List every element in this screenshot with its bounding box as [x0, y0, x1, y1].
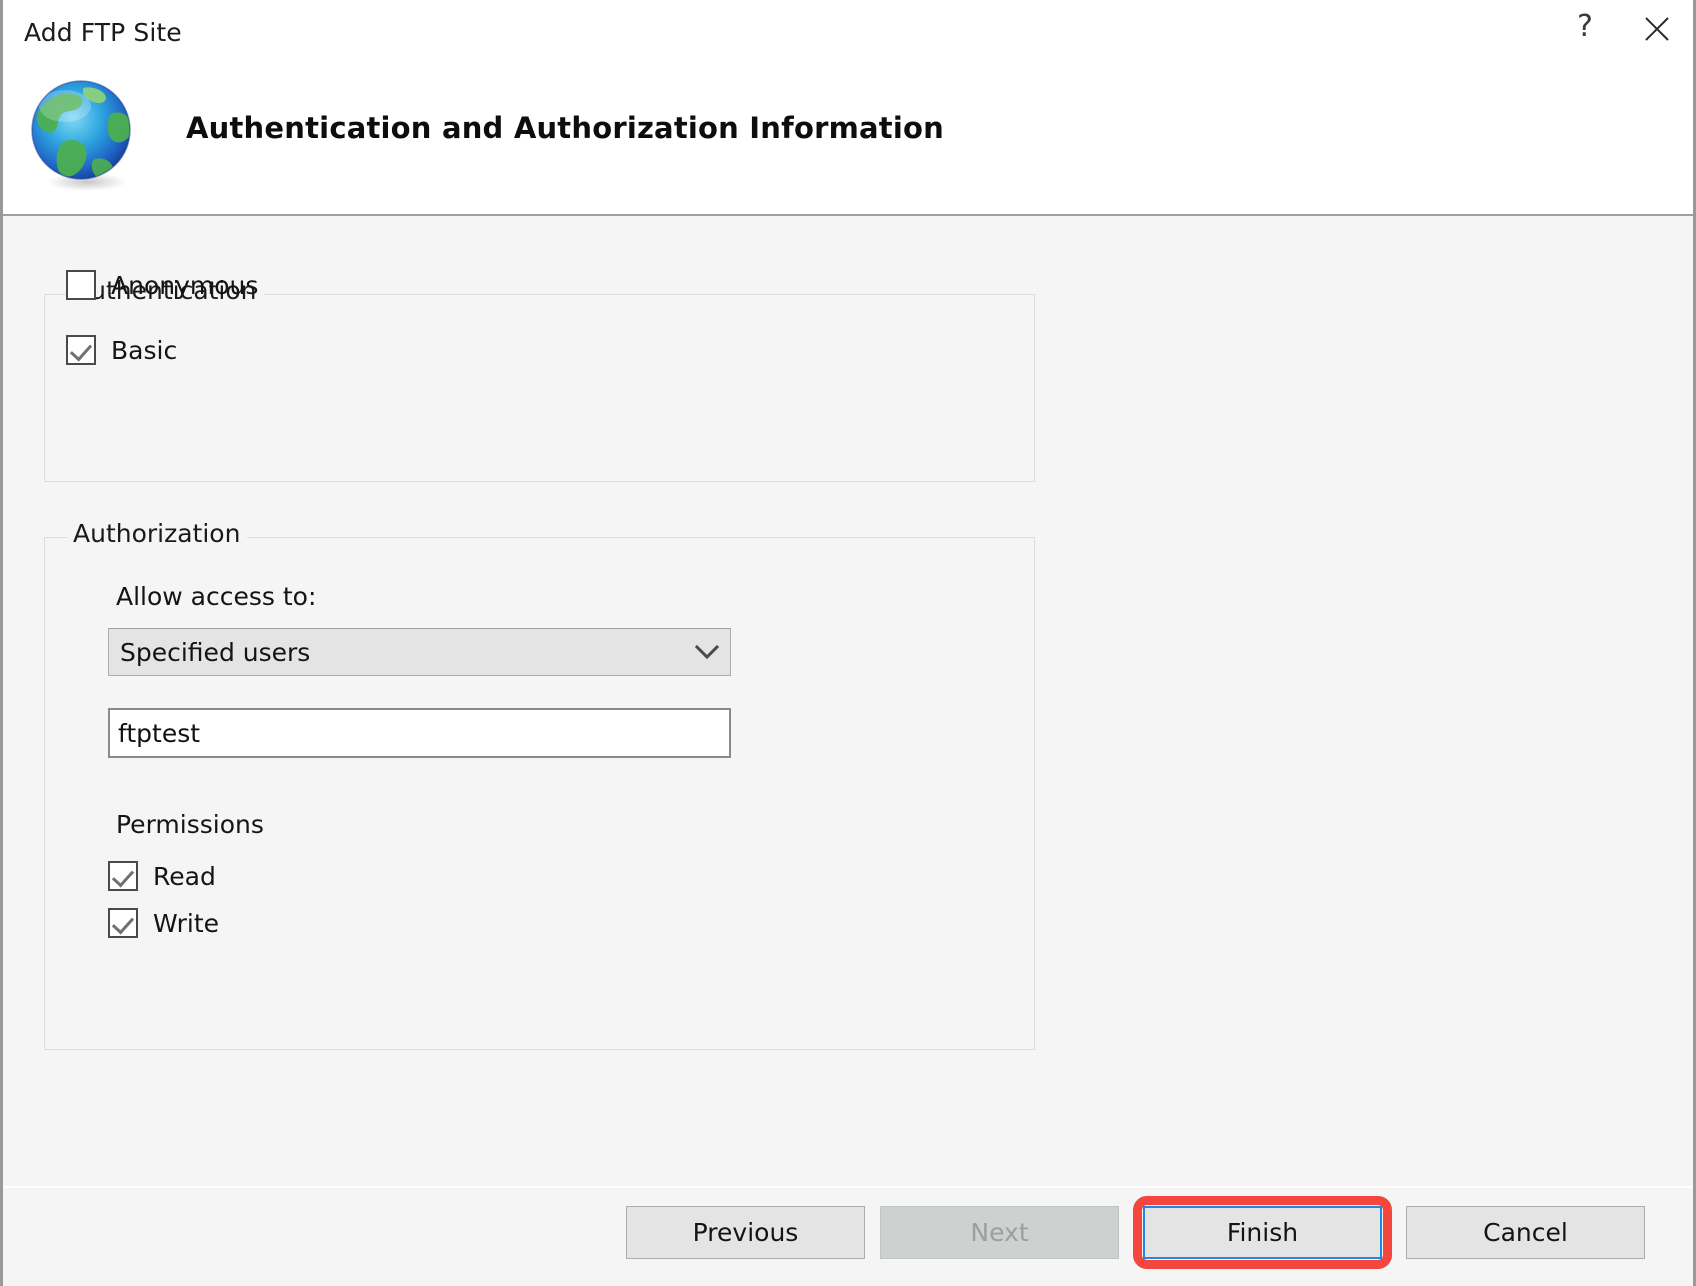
- footer-button-group: Previous Next Finish Cancel: [626, 1196, 1645, 1269]
- close-icon: [1645, 17, 1669, 41]
- checkbox-write-label: Write: [153, 908, 220, 938]
- finish-button-highlight: Finish: [1133, 1196, 1392, 1269]
- close-button[interactable]: [1621, 0, 1693, 58]
- dialog-footer: Previous Next Finish Cancel: [3, 1186, 1693, 1286]
- dialog-body: Authentication Anonymous Basic Authoriza…: [3, 216, 1693, 1186]
- title-bar: Add FTP Site ?: [3, 0, 1693, 66]
- cancel-button[interactable]: Cancel: [1406, 1206, 1645, 1259]
- authorization-groupbox: Authorization Allow access to: Specified…: [44, 519, 1035, 1050]
- add-ftp-site-dialog: Add FTP Site ? Authentication and Author…: [0, 0, 1696, 1286]
- specified-users-input[interactable]: ftptest: [108, 708, 731, 758]
- checkbox-write-box[interactable]: [108, 908, 138, 938]
- help-button[interactable]: ?: [1549, 0, 1621, 58]
- page-title: Authentication and Authorization Informa…: [186, 111, 944, 145]
- allow-access-selected-value: Specified users: [120, 637, 311, 667]
- chevron-down-icon: [684, 644, 730, 660]
- title-bar-buttons: ?: [1549, 0, 1693, 66]
- checkbox-basic-box[interactable]: [66, 335, 96, 365]
- specified-users-value: ftptest: [118, 718, 201, 748]
- globe-icon: [31, 80, 131, 191]
- authentication-groupbox: Authentication: [44, 276, 1035, 482]
- checkbox-anonymous[interactable]: Anonymous: [66, 270, 258, 300]
- checkbox-basic-label: Basic: [111, 335, 178, 365]
- checkbox-anonymous-box[interactable]: [66, 270, 96, 300]
- header-banner: Authentication and Authorization Informa…: [3, 66, 1693, 216]
- checkbox-read[interactable]: Read: [108, 861, 216, 891]
- checkbox-read-box[interactable]: [108, 861, 138, 891]
- checkbox-read-label: Read: [153, 861, 216, 891]
- checkbox-basic[interactable]: Basic: [66, 335, 177, 365]
- checkbox-write[interactable]: Write: [108, 908, 219, 938]
- window-title: Add FTP Site: [24, 18, 182, 47]
- permissions-label: Permissions: [116, 810, 264, 839]
- question-mark-icon: ?: [1577, 9, 1593, 44]
- allow-access-dropdown[interactable]: Specified users: [108, 628, 731, 676]
- allow-access-label: Allow access to:: [116, 582, 317, 611]
- authorization-legend: Authorization: [67, 519, 248, 548]
- previous-button[interactable]: Previous: [626, 1206, 865, 1259]
- finish-button[interactable]: Finish: [1143, 1206, 1382, 1259]
- next-button: Next: [880, 1206, 1119, 1259]
- checkbox-anonymous-label: Anonymous: [111, 270, 259, 300]
